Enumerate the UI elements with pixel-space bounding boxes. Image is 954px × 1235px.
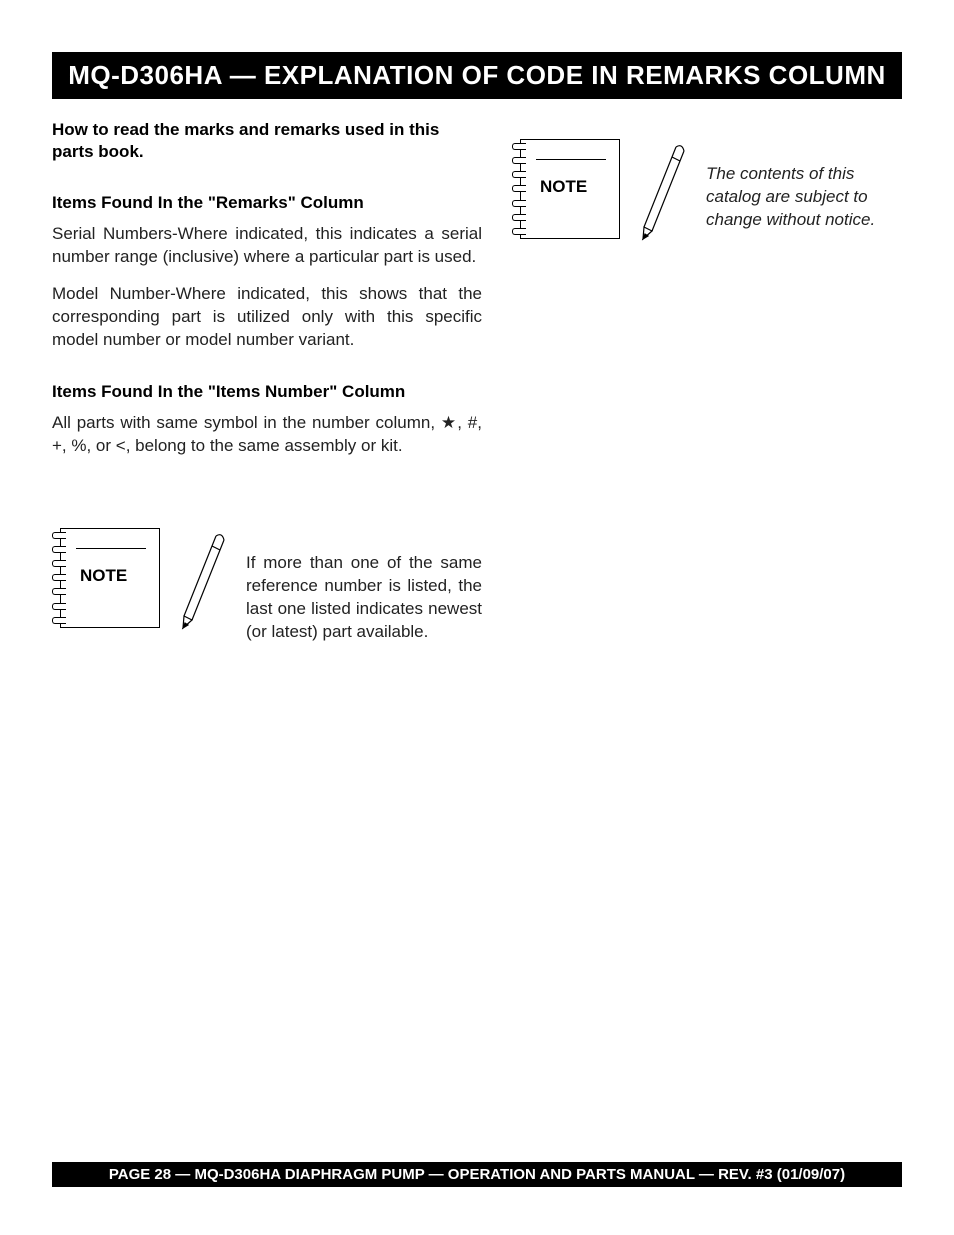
pencil-icon <box>174 528 234 638</box>
notepad-icon: NOTE <box>52 528 162 638</box>
page-title-bar: MQ-D306HA — EXPLANATION OF CODE IN REMAR… <box>52 52 902 99</box>
note-text-left: If more than one of the same reference n… <box>246 528 482 644</box>
intro-text: How to read the marks and remarks used i… <box>52 119 482 163</box>
items-number-heading: Items Found In the "Items Number" Column <box>52 382 482 402</box>
note-label-right: NOTE <box>540 177 587 197</box>
pencil-icon <box>634 139 694 249</box>
remarks-para-1: Serial Numbers-Where indicated, this ind… <box>52 223 482 269</box>
remarks-heading: Items Found In the "Remarks" Column <box>52 193 482 213</box>
items-number-para: All parts with same symbol in the number… <box>52 412 482 458</box>
content-wrapper: How to read the marks and remarks used i… <box>52 119 902 644</box>
note-text-right: The contents of this catalog are subject… <box>706 139 902 232</box>
left-column: How to read the marks and remarks used i… <box>52 119 482 644</box>
remarks-para-2: Model Number-Where indicated, this shows… <box>52 283 482 352</box>
footer-bar: PAGE 28 — MQ-D306HA DIAPHRAGM PUMP — OPE… <box>52 1162 902 1187</box>
note-label-left: NOTE <box>80 566 127 586</box>
note-block-right: NOTE The contents of this c <box>512 139 902 249</box>
notepad-icon: NOTE <box>512 139 622 249</box>
right-column: NOTE The contents of this c <box>502 119 902 644</box>
note-block-left: NOTE If more than one of th <box>52 528 482 644</box>
